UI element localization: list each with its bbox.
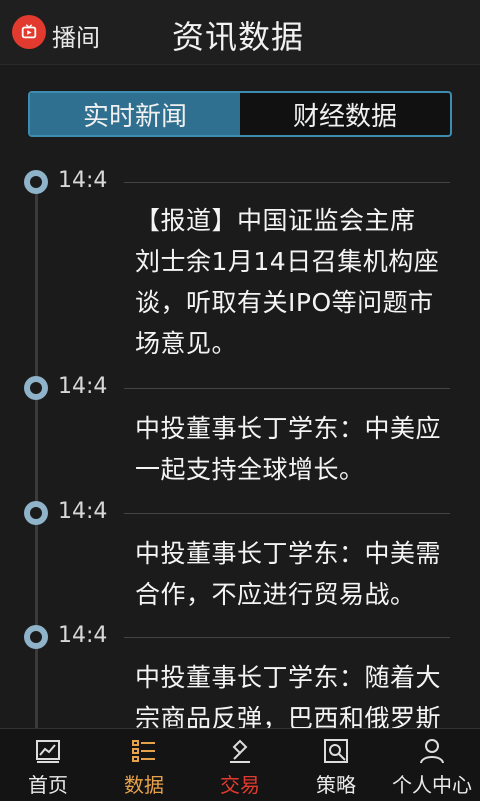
news-text: 中投董事长丁学东：随着大 宗商品反弹，巴西和俄罗斯 — [135, 663, 442, 733]
news-text: 中投董事长丁学东：中美应 一起支持全球增长。 — [135, 414, 442, 484]
nav-label: 个人中心 — [392, 773, 472, 797]
divider — [124, 388, 450, 389]
chart-icon — [36, 740, 60, 763]
timeline-line — [35, 180, 38, 740]
gavel-icon — [230, 739, 250, 763]
list-icon — [132, 740, 155, 762]
nav-label: 策略 — [316, 773, 356, 797]
app-name: 播间 — [52, 24, 100, 52]
nav-trade[interactable]: 交易 — [192, 729, 288, 801]
nav-label: 交易 — [220, 773, 260, 797]
news-text: 中投董事长丁学东：中美需 合作，不应进行贸易战。 — [135, 539, 442, 609]
news-time: 14:4 — [58, 499, 108, 524]
segmented-tabs: 实时新闻 财经数据 — [28, 91, 452, 137]
nav-data[interactable]: 数据 — [96, 729, 192, 801]
news-time: 14:4 — [58, 374, 108, 399]
strategy-icon — [324, 739, 348, 763]
timeline-dot-icon — [24, 501, 48, 525]
news-time: 14:4 — [58, 623, 108, 648]
page-title: 资讯数据 — [172, 18, 305, 56]
nav-strategy[interactable]: 策略 — [288, 729, 384, 801]
news-time: 14:4 — [58, 168, 108, 193]
nav-label: 数据 — [124, 773, 164, 797]
divider — [124, 637, 450, 638]
nav-profile[interactable]: 个人中心 — [384, 729, 480, 801]
user-icon — [420, 739, 444, 764]
tab-financial-data[interactable]: 财经数据 — [240, 93, 450, 135]
news-text: 【报道】中国证监会主席 刘士余1月14日召集机构座 谈，听取有关IPO等问题市 … — [135, 206, 440, 358]
timeline-dot-icon — [24, 625, 48, 649]
nav-label: 首页 — [28, 773, 68, 797]
bottom-nav: 首页 数据 交易 策略 个人中心 — [0, 728, 480, 801]
top-bar: 播间 资讯数据 — [0, 0, 480, 65]
nav-home[interactable]: 首页 — [0, 729, 96, 801]
divider — [124, 182, 450, 183]
tab-realtime-news[interactable]: 实时新闻 — [30, 93, 240, 135]
divider — [124, 513, 450, 514]
tv-icon[interactable] — [12, 15, 46, 49]
timeline-dot-icon — [24, 376, 48, 400]
timeline-dot-icon — [24, 170, 48, 194]
